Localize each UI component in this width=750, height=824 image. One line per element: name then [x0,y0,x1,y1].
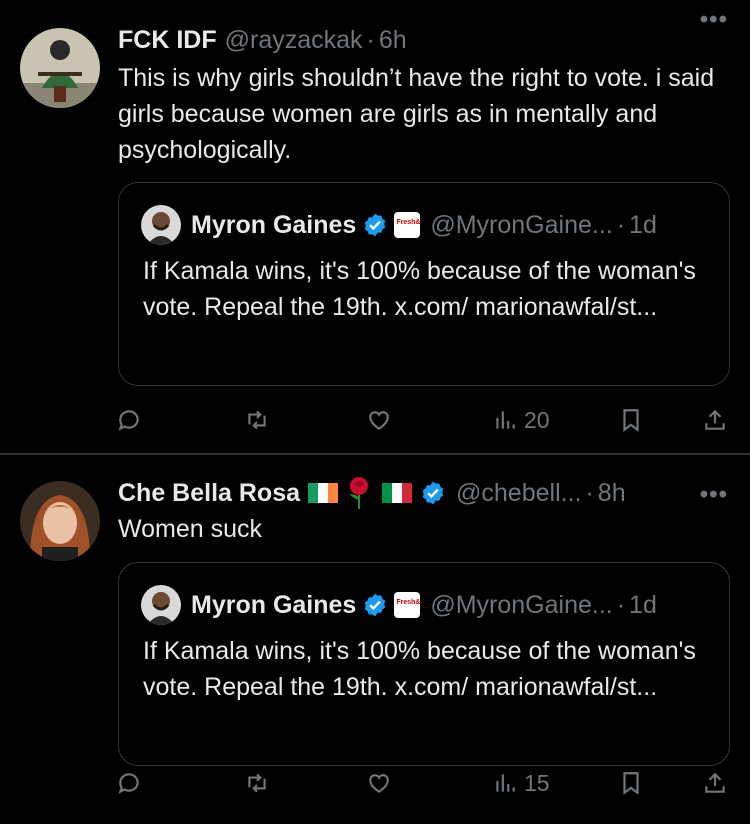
quoted-tweet-header: Myron Gaines Fresh&Fit @MyronGaine... · … [141,585,657,625]
timestamp[interactable]: 8h [598,479,626,508]
quoted-tweet[interactable]: Myron Gaines Fresh&Fit @MyronGaine... · … [118,562,730,766]
quoted-author-handle: @MyronGaine... [430,210,613,239]
quoted-author-name: Myron Gaines [191,210,357,239]
author-name[interactable]: FCK IDF [118,26,217,55]
avatar [141,585,181,625]
tweet[interactable]: FCK IDF @rayzackak · 6h ••• This is why … [0,0,750,453]
like-button[interactable] [366,400,392,440]
more-icon[interactable]: ••• [700,481,728,509]
quoted-tweet-text: If Kamala wins, it's 100% because of the… [143,257,696,321]
affiliate-badge-icon: Fresh&Fit [394,212,421,238]
ireland-flag-icon [308,483,339,503]
italy-flag-icon [382,483,413,503]
share-icon [705,409,725,430]
reply-button[interactable] [116,763,142,803]
verified-icon [365,593,386,617]
action-bar: 20 [0,400,750,440]
action-bar: 15 [0,763,750,803]
bookmark-icon [623,409,639,432]
affiliate-badge-icon: Fresh&Fit [394,592,421,618]
reply-icon [118,773,139,794]
separator-dot: · [616,210,626,239]
verified-icon [422,481,444,505]
tweet-text: This is why girls shouldn’t have the rig… [118,64,715,164]
views-icon [496,411,515,429]
views-count: 15 [524,769,550,796]
author-name[interactable]: Che Bella Rosa [118,479,300,508]
quoted-author-handle: @MyronGaine... [430,590,613,619]
retweet-button[interactable] [244,763,270,803]
bookmark-button[interactable] [618,400,644,440]
share-button[interactable] [702,763,728,803]
like-icon [369,411,389,430]
like-icon [369,774,389,793]
tweet-header: FCK IDF @rayzackak · 6h [118,22,730,58]
more-icon[interactable]: ••• [700,6,728,34]
avatar[interactable] [20,481,100,561]
retweet-button[interactable] [244,400,270,440]
bookmark-button[interactable] [618,763,644,803]
share-icon [705,772,725,793]
quoted-timestamp: 1d [629,590,657,619]
retweet-icon [248,773,266,793]
avatar[interactable] [20,28,100,108]
reply-button[interactable] [116,400,142,440]
bookmark-icon [623,772,639,795]
verified-icon [365,213,386,237]
quoted-timestamp: 1d [629,210,657,239]
share-button[interactable] [702,400,728,440]
reply-icon [118,410,139,431]
views-button[interactable]: 20 [492,400,550,440]
tweet[interactable]: Che Bella Rosa @chebell... · 8h ••• Wome… [0,455,750,824]
like-button[interactable] [366,763,392,803]
quoted-tweet[interactable]: Myron Gaines Fresh&Fit @MyronGaine... · … [118,182,730,386]
tweet-text: Women suck [118,515,263,543]
author-handle[interactable]: @rayzackak [225,26,363,55]
tweet-header: Che Bella Rosa @chebell... · 8h [118,475,730,511]
rose-icon [350,477,369,509]
views-count: 20 [524,406,550,433]
views-button[interactable]: 15 [492,763,550,803]
avatar [141,205,181,245]
retweet-icon [248,410,266,430]
quoted-tweet-header: Myron Gaines Fresh&Fit @MyronGaine... · … [141,205,657,245]
quoted-tweet-text: If Kamala wins, it's 100% because of the… [143,637,696,701]
separator-dot: · [366,25,375,54]
quoted-author-name: Myron Gaines [191,590,357,619]
timestamp[interactable]: 6h [379,26,407,55]
author-handle[interactable]: @chebell... [456,479,581,508]
separator-dot: · [616,590,626,619]
separator-dot: · [585,478,594,507]
views-icon [496,774,515,792]
